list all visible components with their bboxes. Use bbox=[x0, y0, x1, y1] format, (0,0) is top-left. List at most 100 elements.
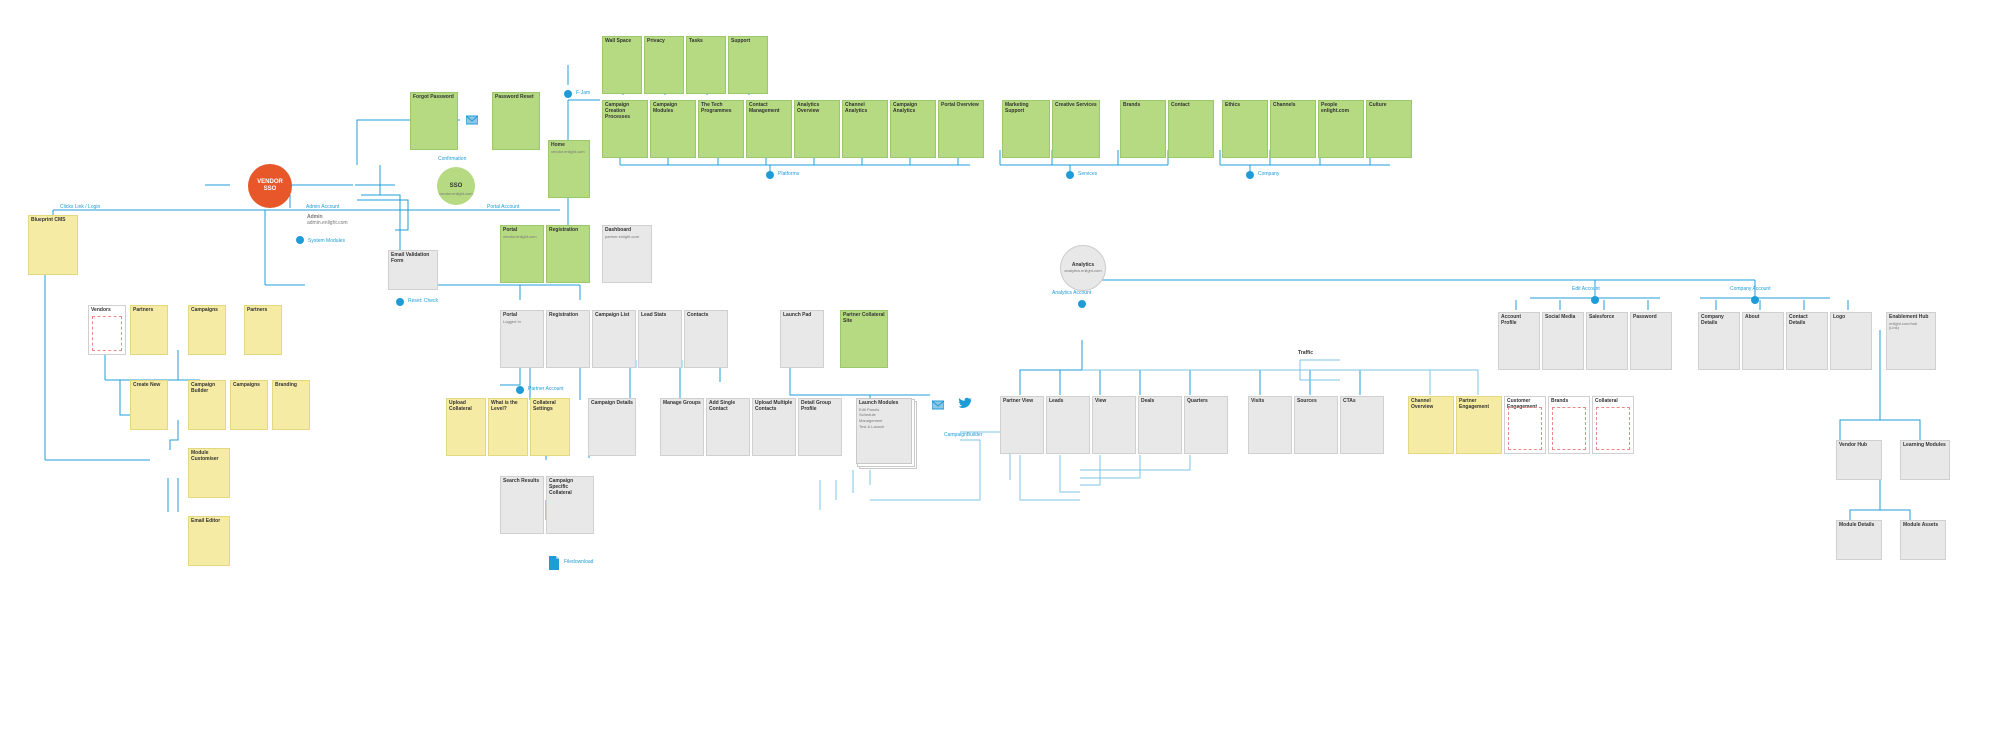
card-wall-space: Wall Space bbox=[602, 36, 642, 94]
card-contact-management: Contact Management bbox=[746, 100, 792, 158]
lbl: Campaign Details bbox=[591, 400, 633, 406]
dot-services bbox=[1066, 171, 1074, 179]
card-module-assets: Module Assets bbox=[1900, 520, 1946, 560]
dot-fjam bbox=[564, 90, 572, 98]
lbl-system-modules: System Modules bbox=[308, 238, 345, 244]
card-portal1: Portalvendor.enlight.com bbox=[500, 225, 544, 283]
card-account-profile: Account Profile bbox=[1498, 312, 1540, 370]
card-leads: Leads bbox=[1046, 396, 1090, 454]
lbl: Enablement Hub bbox=[1889, 314, 1928, 320]
node-vendor-sso: VENDOR SSO bbox=[248, 164, 292, 208]
lbl: The Tech Programmes bbox=[701, 102, 732, 114]
lbl: Registration bbox=[549, 312, 578, 318]
dot-company bbox=[1246, 171, 1254, 179]
card-module-customiser: Module Customiser bbox=[188, 448, 230, 498]
sub: analytics.enlight.com bbox=[1064, 269, 1101, 273]
card-channel-overview: Channel Overview bbox=[1408, 396, 1454, 454]
card-partner-engagement: Partner Engagement bbox=[1456, 396, 1502, 454]
node-sso: SSO bbox=[437, 167, 475, 205]
card-logo: Logo bbox=[1830, 312, 1872, 370]
card-campaign-builder-y: Campaign Builder bbox=[188, 380, 226, 430]
card-forgot-password: Forgot Password bbox=[410, 92, 458, 150]
card-customer-engagement: Customer Engagement bbox=[1504, 396, 1546, 454]
card-ethics: Ethics bbox=[1222, 100, 1268, 158]
sub: enlight.com/hub (Link) bbox=[1889, 322, 1933, 331]
lbl: Campaign Analytics bbox=[893, 102, 917, 114]
lbl-admin-account: Admin Account bbox=[306, 204, 339, 210]
card-channels: Channels bbox=[1270, 100, 1316, 158]
card-launch-pad: Launch Pad bbox=[780, 310, 824, 368]
sub: vendor.enlight.com bbox=[439, 191, 473, 196]
lbl-campaign-builder: CampaignBuilder bbox=[944, 432, 982, 438]
card-detail-group: Detail Group Profile bbox=[798, 398, 842, 456]
lbl-company: Company bbox=[1258, 171, 1279, 177]
card-manage-groups: Manage Groups bbox=[660, 398, 704, 456]
twitter-icon bbox=[958, 396, 972, 410]
card-people: People enlight.com bbox=[1318, 100, 1364, 158]
node-analytics: Analyticsanalytics.enlight.com bbox=[1060, 245, 1106, 291]
lbl: Contact bbox=[1171, 102, 1190, 108]
lbl: Campaign Modules bbox=[653, 102, 677, 114]
dot-company-account bbox=[1751, 296, 1759, 304]
lbl: Contacts bbox=[687, 312, 708, 318]
lbl: CTAs bbox=[1343, 398, 1356, 404]
lbl: Email Editor bbox=[191, 518, 220, 524]
lbl: Channels bbox=[1273, 102, 1296, 108]
card-ctas: CTAs bbox=[1340, 396, 1384, 454]
card-launch-modules: Launch Modules Edit Panels Schedule Mana… bbox=[856, 398, 912, 464]
lbl: Portal bbox=[503, 312, 517, 318]
card-what-level: What is the Level? bbox=[488, 398, 528, 456]
card-contact: Contact bbox=[1168, 100, 1214, 158]
card-contacts: Contacts bbox=[684, 310, 728, 368]
lbl: Home bbox=[551, 142, 565, 148]
lbl-file-download: Filedownload bbox=[564, 559, 593, 565]
lbl: Learning Modules bbox=[1903, 442, 1946, 448]
card-password-reset: Password Reset bbox=[492, 92, 540, 150]
lbl: Social Media bbox=[1545, 314, 1575, 320]
sitemap-canvas: Wall Space Privacy Tasks Support Forgot … bbox=[0, 0, 2000, 737]
card-view: View bbox=[1092, 396, 1136, 454]
card-registration2: Registration bbox=[546, 310, 590, 368]
card-registration1: Registration bbox=[546, 225, 590, 283]
card-home: Homevendor.enlight.com bbox=[548, 140, 590, 198]
lbl: Branding bbox=[275, 382, 297, 388]
lbl: Email Validation Form bbox=[391, 252, 429, 264]
lbl: Brands bbox=[1123, 102, 1140, 108]
lbl: SSO bbox=[450, 183, 463, 190]
card-brands2: Brands bbox=[1548, 396, 1590, 454]
card-create-new: Create New bbox=[130, 380, 168, 430]
card-tech-programmes: The Tech Programmes bbox=[698, 100, 744, 158]
lbl: Launch Pad bbox=[783, 312, 811, 318]
dot-analytics-account bbox=[1078, 300, 1086, 308]
lbl-analytics-account: Analytics Account bbox=[1052, 290, 1091, 296]
lbl: Channel Overview bbox=[1411, 398, 1433, 410]
lbl: Company Details bbox=[1701, 314, 1724, 326]
mail-icon bbox=[466, 115, 478, 125]
i3: Test & Launch bbox=[859, 425, 909, 430]
lbl: Tasks bbox=[689, 38, 703, 44]
lbl-partner-account: Partner Account bbox=[528, 386, 564, 392]
card-branding: Branding bbox=[272, 380, 310, 430]
lbl: About bbox=[1745, 314, 1759, 320]
lbl: Logo bbox=[1833, 314, 1845, 320]
card-campaigns: Campaigns bbox=[188, 305, 226, 355]
sub: partner.enlight.com bbox=[605, 235, 649, 240]
lbl: Password Reset bbox=[495, 94, 534, 100]
card-contact-details: Contact Details bbox=[1786, 312, 1828, 370]
card-company-details: Company Details bbox=[1698, 312, 1740, 370]
card-marketing-support: Marketing Support bbox=[1002, 100, 1050, 158]
card-analytics-overview: Analytics Overview bbox=[794, 100, 840, 158]
card-culture: Culture bbox=[1366, 100, 1412, 158]
lbl: Create New bbox=[133, 382, 160, 388]
sub: vendor.enlight.com bbox=[503, 235, 541, 240]
card-add-single-contact: Add Single Contact bbox=[706, 398, 750, 456]
lbl: Culture bbox=[1369, 102, 1387, 108]
lbl: Partners bbox=[133, 307, 153, 313]
card-collateral-settings: Collateral Settings bbox=[530, 398, 570, 456]
lbl: Analytics Overview bbox=[797, 102, 819, 114]
card-tasks: Tasks bbox=[686, 36, 726, 94]
card-social-media: Social Media bbox=[1542, 312, 1584, 370]
lbl: Salesforce bbox=[1589, 314, 1614, 320]
card-search-results: Search Results bbox=[500, 476, 544, 534]
card-campaign-details: Campaign Details bbox=[588, 398, 636, 456]
